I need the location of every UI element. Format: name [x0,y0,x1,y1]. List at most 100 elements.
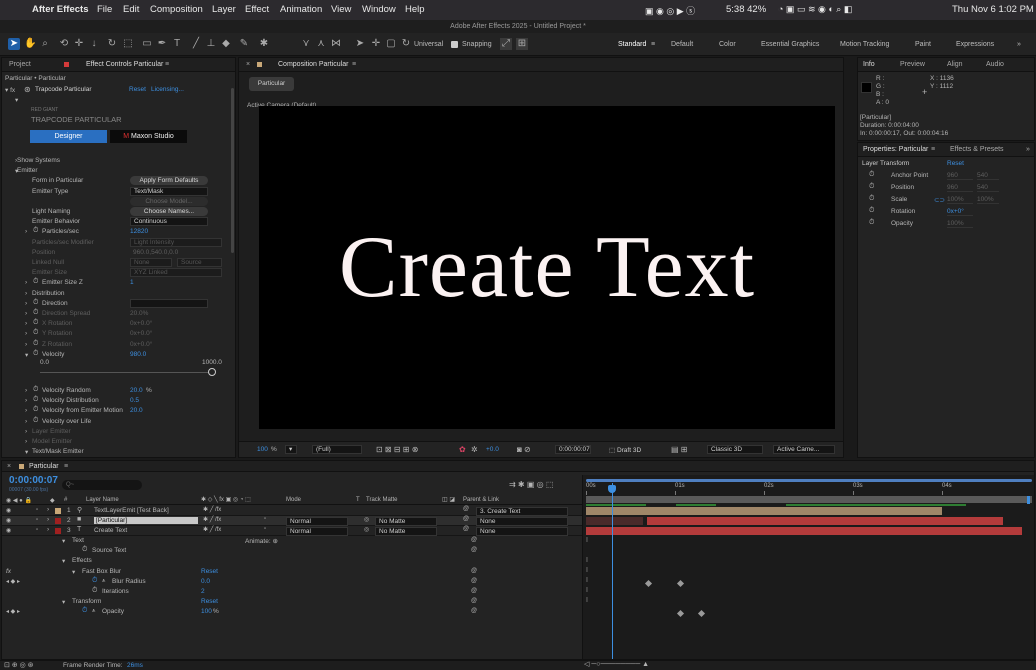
puppet-tool-icon[interactable]: ✱ [258,38,270,50]
workspace-essential-graphics[interactable]: Essential Graphics [761,41,819,48]
twirl-icon[interactable]: › [25,310,27,317]
transform-prop-value[interactable]: 960 [947,172,973,180]
licensing-link[interactable]: Licensing... [151,86,184,93]
stopwatch-icon[interactable]: ⏱ [869,207,874,215]
pickwhip-icon[interactable]: @ [463,506,469,512]
twirl-icon[interactable]: › [25,290,27,297]
layer-switches[interactable]: ✱ ╱ /fx [203,516,221,523]
resolution-dropdown[interactable]: (Full) [312,445,362,454]
menu-composition[interactable]: Composition [150,4,203,15]
exposure-icon[interactable]: ✲ [471,445,478,454]
pen-tool-icon[interactable]: ✒ [156,38,168,50]
twirl-icon[interactable]: › [25,438,27,445]
layer3-track-bar[interactable] [586,527,1022,535]
twirl-icon[interactable]: › [25,279,27,286]
work-area-end[interactable] [1027,496,1030,504]
expression-pickwhip-icon[interactable]: @ [471,547,477,553]
transform-reset-link[interactable]: Reset [947,160,964,167]
battery-status[interactable]: 5:38 42% [726,4,766,15]
property-value[interactable]: 12820 [130,228,148,235]
prop-twirl-icon[interactable]: ▾ [62,537,65,545]
velocity-slider-track[interactable] [40,372,215,373]
menu-file[interactable]: File [97,4,112,15]
animate-label[interactable]: Animate: ⊕ [245,537,278,545]
stopwatch-icon[interactable]: ⏱ [33,329,38,337]
stopwatch-icon[interactable]: ⏱ [33,386,38,394]
prop-value[interactable]: 100 [201,608,212,615]
stopwatch-icon[interactable]: ⏱ [33,417,38,425]
transform-prop-value-2[interactable]: 540 [977,172,999,180]
constrain-link-icon[interactable]: ⊂⊃ [934,196,945,204]
blend-mode-dropdown[interactable]: Normal [286,517,348,526]
layer-row[interactable]: ◉ ▫ › 2 ■ [Particular] ✱ ╱ /fx ▫ Normal … [2,516,582,526]
menu-effect[interactable]: Effect [245,4,269,15]
roto-tool-icon[interactable]: ✎ [238,38,250,50]
menu-edit[interactable]: Edit [123,4,139,15]
visibility-icon[interactable]: ◉ [6,527,11,534]
blend-mode-dropdown[interactable]: Normal [286,527,348,536]
stopwatch-icon[interactable]: ⏱ [33,299,38,307]
layer-label-color[interactable] [55,528,61,534]
stopwatch-icon[interactable]: ⏱ [33,406,38,414]
stopwatch-icon[interactable]: ⏱ [92,577,97,585]
property-track-area[interactable] [586,536,1022,659]
type-tool-icon[interactable]: T [171,38,183,50]
workspace-menu-icon[interactable]: ≡ [651,41,655,48]
workspace-color[interactable]: Color [719,41,736,48]
workspace-default[interactable]: Default [671,41,693,48]
playhead-handle[interactable] [608,485,616,493]
prop-twirl-icon[interactable]: ▾ [72,568,75,576]
designer-button[interactable]: Designer [30,130,107,143]
prop-twirl-icon[interactable]: ▾ [62,598,65,606]
more-workspaces-icon[interactable]: » [1017,41,1021,48]
tab-properties[interactable]: Properties: Particular [863,146,928,153]
fx-toggle-icon[interactable]: ▾ fx [5,86,15,94]
property-value[interactable]: 20.0 [130,387,143,394]
layer2-track-bar[interactable] [647,517,1003,525]
apply-button[interactable]: Choose Names... [130,207,208,216]
property-value[interactable]: 980.0 [130,351,146,358]
effect-reset-link[interactable]: Reset [129,86,146,93]
stopwatch-icon[interactable]: ⏱ [82,546,87,554]
transform-prop-value[interactable]: 0x+0° [947,208,973,216]
snap-grid-icon[interactable]: ⊞ [516,38,528,50]
maxon-studio-button[interactable]: M Maxon Studio [110,130,187,143]
time-ruler[interactable]: 00s 01s 02s 03s 04s [583,483,1035,495]
timeline-track-area[interactable]: 00s 01s 02s 03s 04s I I I I I I [582,475,1034,659]
twirl-icon[interactable]: ▾ [25,448,28,456]
close-icon[interactable]: × [7,463,11,470]
prop-value[interactable]: 0.0 [201,578,210,585]
axis-local-icon[interactable]: ⋎ [300,38,312,50]
keyframe-nav-icon[interactable]: ◂ ◆ ▸ [6,578,20,585]
close-icon[interactable]: × [246,61,250,68]
menu-animation[interactable]: Animation [280,4,322,15]
layer-twirl-icon[interactable]: › [47,526,49,533]
axis-view-icon[interactable]: ⋈ [330,38,342,50]
prop-value[interactable]: 2 [201,588,205,595]
layer-name[interactable]: [Particular] [94,517,198,524]
transform-prop-value-2[interactable]: 100% [977,196,999,204]
fx-icon[interactable]: fx [6,568,11,575]
rect-tool-icon[interactable]: ▭ [141,38,153,50]
zoom-tool-icon[interactable]: ⌕ [39,38,51,50]
view-layout-icons[interactable]: ▤ ⊞ [671,445,687,454]
timeline-switch-icons[interactable]: ⇉ ✱ ▣ ◎ ⬚ [509,480,553,489]
transform-prop-value[interactable]: 100% [947,220,973,228]
workspace-paint[interactable]: Paint [915,41,931,48]
axis-world-icon[interactable]: ⋏ [315,38,327,50]
timeline-range-bar[interactable] [586,496,1032,503]
track-matte-dropdown[interactable]: No Matte [375,527,437,536]
stopwatch-icon[interactable]: ⏱ [33,227,38,235]
work-area-bar[interactable] [586,479,1032,482]
layer-label-color[interactable] [55,518,61,524]
menu-window[interactable]: Window [362,4,396,15]
menu-view[interactable]: View [331,4,351,15]
universal-move-icon[interactable]: ✛ [370,38,382,50]
twirl-icon[interactable]: ▾ [25,351,28,359]
brush-tool-icon[interactable]: ╱ [190,38,202,50]
transform-prop-value[interactable]: 100% [947,196,973,204]
camera-tool-icon[interactable]: ⬚ [122,38,134,50]
universal-scale-icon[interactable]: ▢ [385,38,397,50]
menu-help[interactable]: Help [405,4,425,15]
clone-tool-icon[interactable]: ⊥ [205,38,217,50]
